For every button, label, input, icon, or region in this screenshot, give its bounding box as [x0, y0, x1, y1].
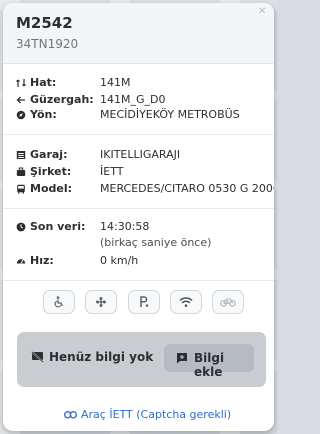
- fan-icon: [96, 297, 106, 307]
- wheelchair-icon: [54, 296, 63, 308]
- comment-off-icon: [31, 351, 44, 363]
- company-row: Şirket: İETT: [16, 165, 266, 181]
- garage-label: Garaj:: [30, 148, 68, 161]
- garage-icon: [16, 151, 26, 159]
- route-icon: [16, 79, 26, 87]
- last-data-relative: (birkaç saniye önce): [100, 236, 212, 249]
- wifi-feature[interactable]: [170, 290, 202, 314]
- model-value: MERCEDES/CITARO 0530 G 2006: [100, 182, 274, 195]
- divider: [3, 280, 274, 281]
- route-value: 141M: [100, 76, 131, 89]
- bicycle-feature[interactable]: [212, 290, 244, 314]
- last-data-time: 14:30:58: [100, 220, 150, 233]
- compass-icon: [16, 110, 26, 120]
- divider: [3, 208, 274, 209]
- garage-row: Garaj: IKITELLIGARAJI: [16, 148, 266, 164]
- close-icon[interactable]: ✕: [258, 7, 268, 17]
- comment-add-icon: [177, 353, 187, 364]
- bus-icon: [17, 184, 25, 194]
- bicycle-icon: [220, 298, 236, 307]
- clock-icon: [16, 222, 26, 232]
- user-info-panel: Henüz bilgi yok Bilgi ekle: [17, 332, 266, 387]
- last-data-row: Son veri: 14:30:58: [16, 220, 266, 236]
- vehicle-plate: 34TN1920: [16, 37, 79, 51]
- last-data-label: Son veri:: [30, 220, 86, 233]
- pattern-value: 141M_G_D0: [100, 93, 166, 106]
- garage-value: IKITELLIGARAJI: [100, 148, 181, 161]
- add-info-button[interactable]: Bilgi ekle: [164, 344, 254, 379]
- company-label: Şirket:: [30, 165, 72, 178]
- model-row: Model: MERCEDES/CITARO 0530 G 2006: [16, 182, 274, 198]
- speed-label: Hız:: [30, 254, 54, 267]
- no-info-text: Henüz bilgi yok: [49, 350, 154, 364]
- vehicle-header: M2542 34TN1920 ✕: [3, 3, 274, 64]
- vehicle-code: M2542: [16, 14, 73, 32]
- iett-vehicle-link-text: Araç İETT (Captcha gerekli): [81, 408, 232, 421]
- add-info-label: Bilgi ekle: [194, 351, 225, 379]
- route-row: Hat: 141M: [16, 76, 266, 92]
- company-value: İETT: [100, 165, 124, 178]
- wifi-icon: [179, 297, 193, 307]
- pattern-label: Güzergah:: [30, 93, 94, 106]
- wheelchair-feature[interactable]: [43, 290, 75, 314]
- speedometer-icon: [16, 259, 26, 264]
- link-icon: [64, 411, 77, 419]
- vehicle-popup: M2542 34TN1920 ✕ Hat: 141M Güzergah: 141…: [3, 3, 274, 431]
- divider: [3, 134, 274, 135]
- arrow-left-icon: [16, 96, 25, 104]
- speed-row: Hız: 0 km/h: [16, 254, 266, 270]
- air-conditioning-feature[interactable]: [85, 290, 117, 314]
- pattern-row: Güzergah: 141M_G_D0: [16, 93, 266, 109]
- direction-row: Yön: MECİDİYEKÖY METROBÜS: [16, 108, 266, 124]
- route-label: Hat:: [30, 76, 57, 89]
- accessible-parking-feature[interactable]: [128, 290, 160, 314]
- direction-value: MECİDİYEKÖY METROBÜS: [100, 108, 240, 121]
- direction-label: Yön:: [30, 108, 57, 121]
- briefcase-icon: [16, 167, 26, 176]
- speed-value: 0 km/h: [100, 254, 139, 267]
- model-label: Model:: [30, 182, 73, 195]
- accessible-parking-icon: [140, 296, 149, 307]
